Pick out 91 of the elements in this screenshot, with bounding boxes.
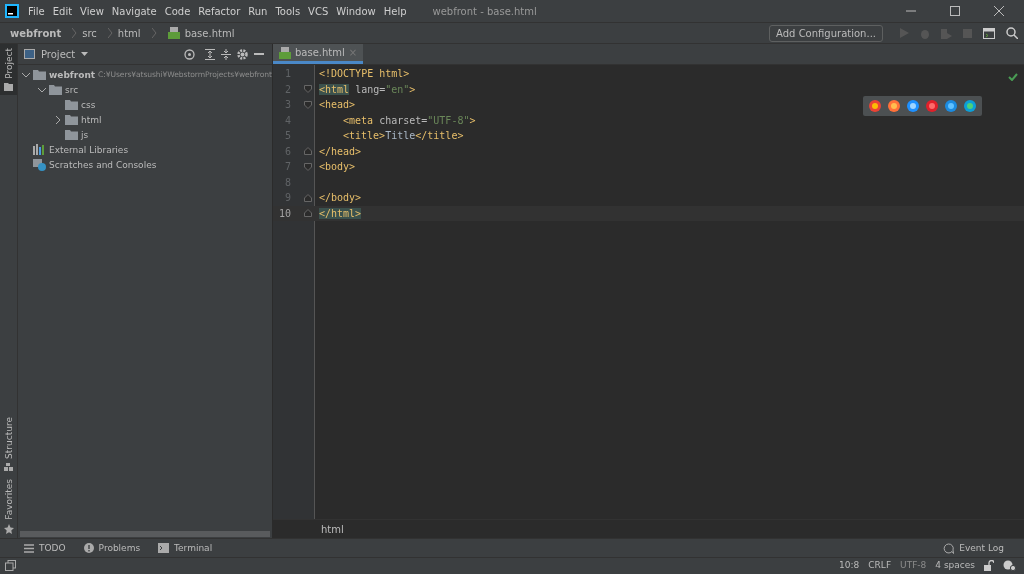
menu-item[interactable]: Tools bbox=[275, 5, 301, 17]
tree-item[interactable]: src bbox=[65, 84, 79, 95]
folder-icon bbox=[4, 82, 13, 91]
browser-icon[interactable] bbox=[945, 100, 957, 112]
line-number: 10 bbox=[277, 207, 292, 219]
menu-item[interactable]: File bbox=[28, 5, 45, 17]
lock-icon[interactable] bbox=[984, 559, 994, 571]
app-logo-icon bbox=[5, 4, 19, 18]
fold-marker-icon[interactable] bbox=[304, 209, 312, 218]
tool-window-tab[interactable]: Favorites bbox=[0, 475, 17, 538]
code-line: <title>Title</title> bbox=[342, 130, 464, 142]
terminal-icon bbox=[158, 543, 170, 553]
panels-icon[interactable] bbox=[5, 559, 16, 571]
breadcrumb-item[interactable]: html bbox=[117, 27, 141, 39]
expand-all-icon[interactable] bbox=[205, 48, 215, 60]
browser-icon[interactable] bbox=[964, 100, 976, 112]
tree-item[interactable]: Scratches and Consoles bbox=[49, 159, 157, 170]
maximize-button[interactable] bbox=[950, 6, 960, 16]
fold-marker-icon[interactable] bbox=[304, 193, 312, 202]
code-line: <head> bbox=[318, 99, 356, 111]
warning-icon bbox=[83, 543, 94, 553]
menu-item[interactable]: Code bbox=[164, 5, 191, 17]
tool-window-tab[interactable]: Structure bbox=[0, 413, 17, 476]
code-line: </body> bbox=[318, 192, 362, 204]
scrollbar-thumb[interactable] bbox=[20, 531, 270, 537]
breadcrumb-item[interactable]: html bbox=[321, 523, 344, 535]
fold-marker-icon[interactable] bbox=[304, 100, 312, 109]
tool-window-button[interactable]: Problems bbox=[83, 543, 141, 553]
list-icon bbox=[24, 543, 34, 553]
tool-window-tab[interactable]: Project bbox=[0, 44, 17, 95]
project-panel-icon bbox=[24, 49, 35, 59]
folder-icon bbox=[65, 99, 78, 110]
tool-window-button[interactable]: Terminal bbox=[158, 543, 213, 553]
collapse-all-icon[interactable] bbox=[221, 48, 231, 60]
breadcrumb-item[interactable]: src bbox=[82, 27, 97, 39]
tree-item[interactable]: css bbox=[81, 99, 96, 110]
add-configuration-button[interactable]: Add Configuration... bbox=[769, 24, 883, 42]
code-line: <html lang="en"> bbox=[318, 83, 416, 95]
folder-icon bbox=[33, 69, 46, 80]
settings-icon[interactable] bbox=[237, 48, 248, 60]
close-button[interactable] bbox=[994, 6, 1004, 16]
fold-marker-icon[interactable] bbox=[304, 85, 312, 94]
folder-icon bbox=[49, 84, 62, 95]
library-icon bbox=[33, 144, 46, 155]
status-item[interactable]: CRLF bbox=[868, 560, 892, 570]
structure-icon bbox=[4, 463, 13, 472]
panel-title[interactable]: Project bbox=[41, 48, 76, 60]
fold-marker-icon[interactable] bbox=[304, 147, 312, 156]
browser-icon[interactable] bbox=[869, 100, 881, 112]
chevron-icon bbox=[107, 28, 113, 38]
scratch-icon bbox=[33, 158, 46, 171]
menu-item[interactable]: Navigate bbox=[111, 5, 157, 17]
editor-tab[interactable]: base.html × bbox=[273, 44, 364, 64]
menu-item[interactable]: VCS bbox=[308, 5, 329, 17]
chevron-icon bbox=[151, 28, 157, 38]
status-item[interactable]: 10:8 bbox=[839, 560, 860, 570]
locate-icon[interactable] bbox=[184, 48, 195, 60]
star-icon bbox=[3, 524, 14, 534]
tool-window-button[interactable]: TODO bbox=[24, 543, 66, 553]
dropdown-caret-icon[interactable] bbox=[81, 52, 89, 56]
speech-bubble-icon bbox=[943, 542, 955, 554]
menu-item[interactable]: Window bbox=[336, 5, 376, 17]
menu-item[interactable]: Refactor bbox=[198, 5, 241, 17]
tree-item[interactable]: html bbox=[81, 114, 102, 125]
browser-icon[interactable] bbox=[888, 100, 900, 112]
code-line: <meta charset="UTF-8"> bbox=[342, 114, 476, 126]
folder-icon bbox=[65, 114, 78, 125]
tree-item[interactable]: External Libraries bbox=[49, 144, 129, 155]
browser-icon[interactable] bbox=[907, 100, 919, 112]
code-line: <!DOCTYPE html> bbox=[318, 68, 410, 80]
html-file-icon bbox=[279, 46, 291, 59]
breadcrumb-item[interactable]: base.html bbox=[184, 27, 235, 39]
code-line: </head> bbox=[318, 145, 362, 157]
browser-icon[interactable] bbox=[926, 100, 938, 112]
menu-item[interactable]: Help bbox=[383, 5, 407, 17]
fold-marker-icon[interactable] bbox=[304, 162, 312, 171]
chevron-icon bbox=[72, 28, 78, 38]
terminal-window-icon[interactable] bbox=[983, 27, 995, 39]
menu-item[interactable]: View bbox=[80, 5, 104, 17]
menu-item[interactable]: Run bbox=[248, 5, 268, 17]
tree-item[interactable]: js bbox=[81, 129, 89, 140]
status-item[interactable]: 4 spaces bbox=[935, 560, 975, 570]
window-title: webfront - base.html bbox=[432, 5, 537, 17]
search-icon[interactable] bbox=[1006, 27, 1018, 39]
breadcrumb-item[interactable]: webfront bbox=[10, 27, 62, 39]
check-icon bbox=[1008, 73, 1018, 81]
event-log-button[interactable]: Event Log bbox=[943, 542, 1004, 554]
folder-icon bbox=[65, 129, 78, 140]
menu-item[interactable]: Edit bbox=[52, 5, 73, 17]
code-line: <body> bbox=[318, 161, 356, 173]
tree-item[interactable]: webfront bbox=[49, 69, 96, 80]
